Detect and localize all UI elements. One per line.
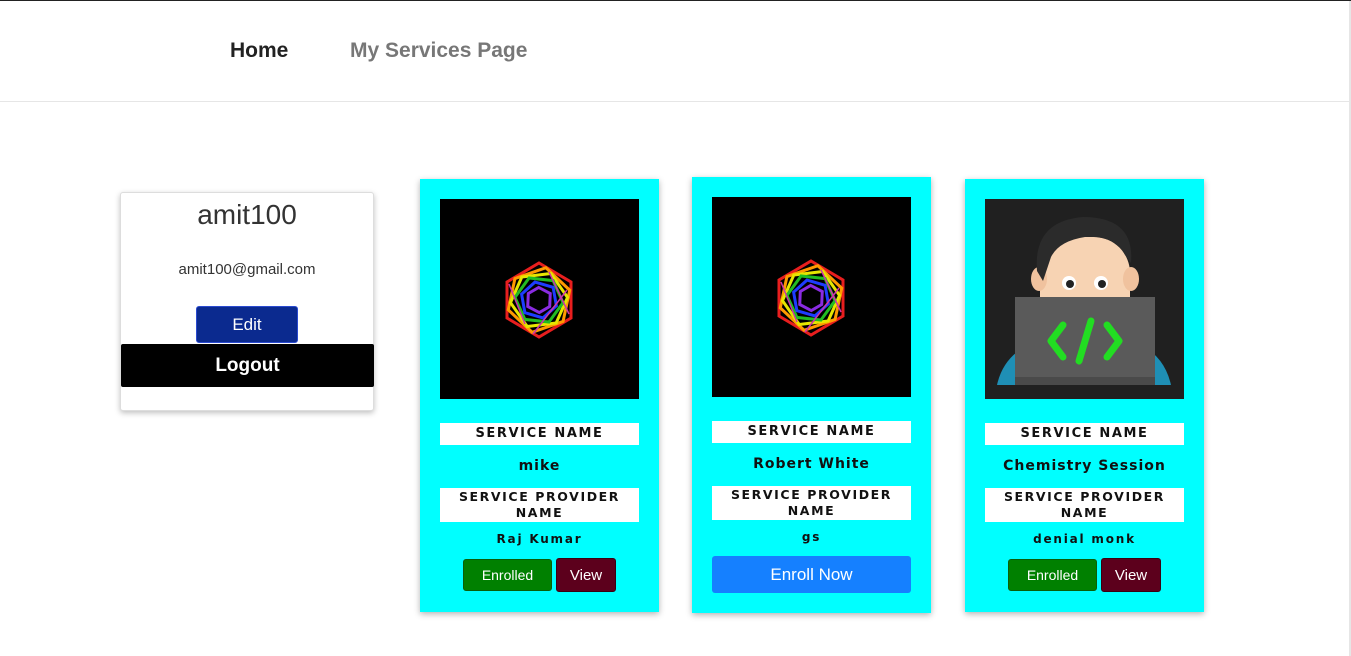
service-name-label: SERVICE NAME xyxy=(985,423,1184,445)
nav-home-link[interactable]: Home xyxy=(230,39,288,63)
developer-laptop-code-icon xyxy=(985,199,1184,399)
service-provider-value: Raj Kumar xyxy=(496,532,583,546)
service-image xyxy=(985,199,1184,399)
service-provider-label: SERVICE PROVIDER NAME xyxy=(712,486,911,520)
service-name-label: SERVICE NAME xyxy=(440,423,639,445)
edit-profile-button[interactable]: Edit xyxy=(196,306,298,343)
profile-email: amit100@gmail.com xyxy=(178,261,316,278)
service-card: SERVICE NAME Robert White SERVICE PROVID… xyxy=(692,177,931,613)
service-card: SERVICE NAME Chemistry Session SERVICE P… xyxy=(965,179,1204,612)
profile-username: amit100 xyxy=(197,199,297,230)
service-provider-label: SERVICE PROVIDER NAME xyxy=(440,488,639,522)
profile-card: amit100 amit100@gmail.com Edit Logout xyxy=(120,192,374,411)
enroll-now-button[interactable]: Enroll Now xyxy=(712,556,911,593)
service-card: SERVICE NAME mike SERVICE PROVIDER NAME … xyxy=(420,179,659,612)
service-provider-label: SERVICE PROVIDER NAME xyxy=(985,488,1184,522)
top-navbar: Home My Services Page xyxy=(0,1,1351,102)
service-provider-value: gs xyxy=(801,530,822,544)
enrolled-button[interactable]: Enrolled xyxy=(1008,559,1097,591)
service-name-value: Chemistry Session xyxy=(1003,458,1166,474)
rainbow-hexagon-spiral-icon xyxy=(505,261,573,339)
view-button[interactable]: View xyxy=(1101,558,1161,592)
enrolled-button[interactable]: Enrolled xyxy=(463,559,552,591)
nav-my-services-link[interactable]: My Services Page xyxy=(350,39,527,63)
rainbow-hexagon-spiral-icon xyxy=(777,259,845,337)
service-name-value: Robert White xyxy=(753,456,870,472)
service-image xyxy=(712,197,911,397)
service-provider-value: denial monk xyxy=(1033,532,1136,546)
service-image xyxy=(440,199,639,399)
service-name-label: SERVICE NAME xyxy=(712,421,911,443)
logout-button[interactable]: Logout xyxy=(121,344,374,387)
service-name-value: mike xyxy=(518,458,561,474)
view-button[interactable]: View xyxy=(556,558,616,592)
